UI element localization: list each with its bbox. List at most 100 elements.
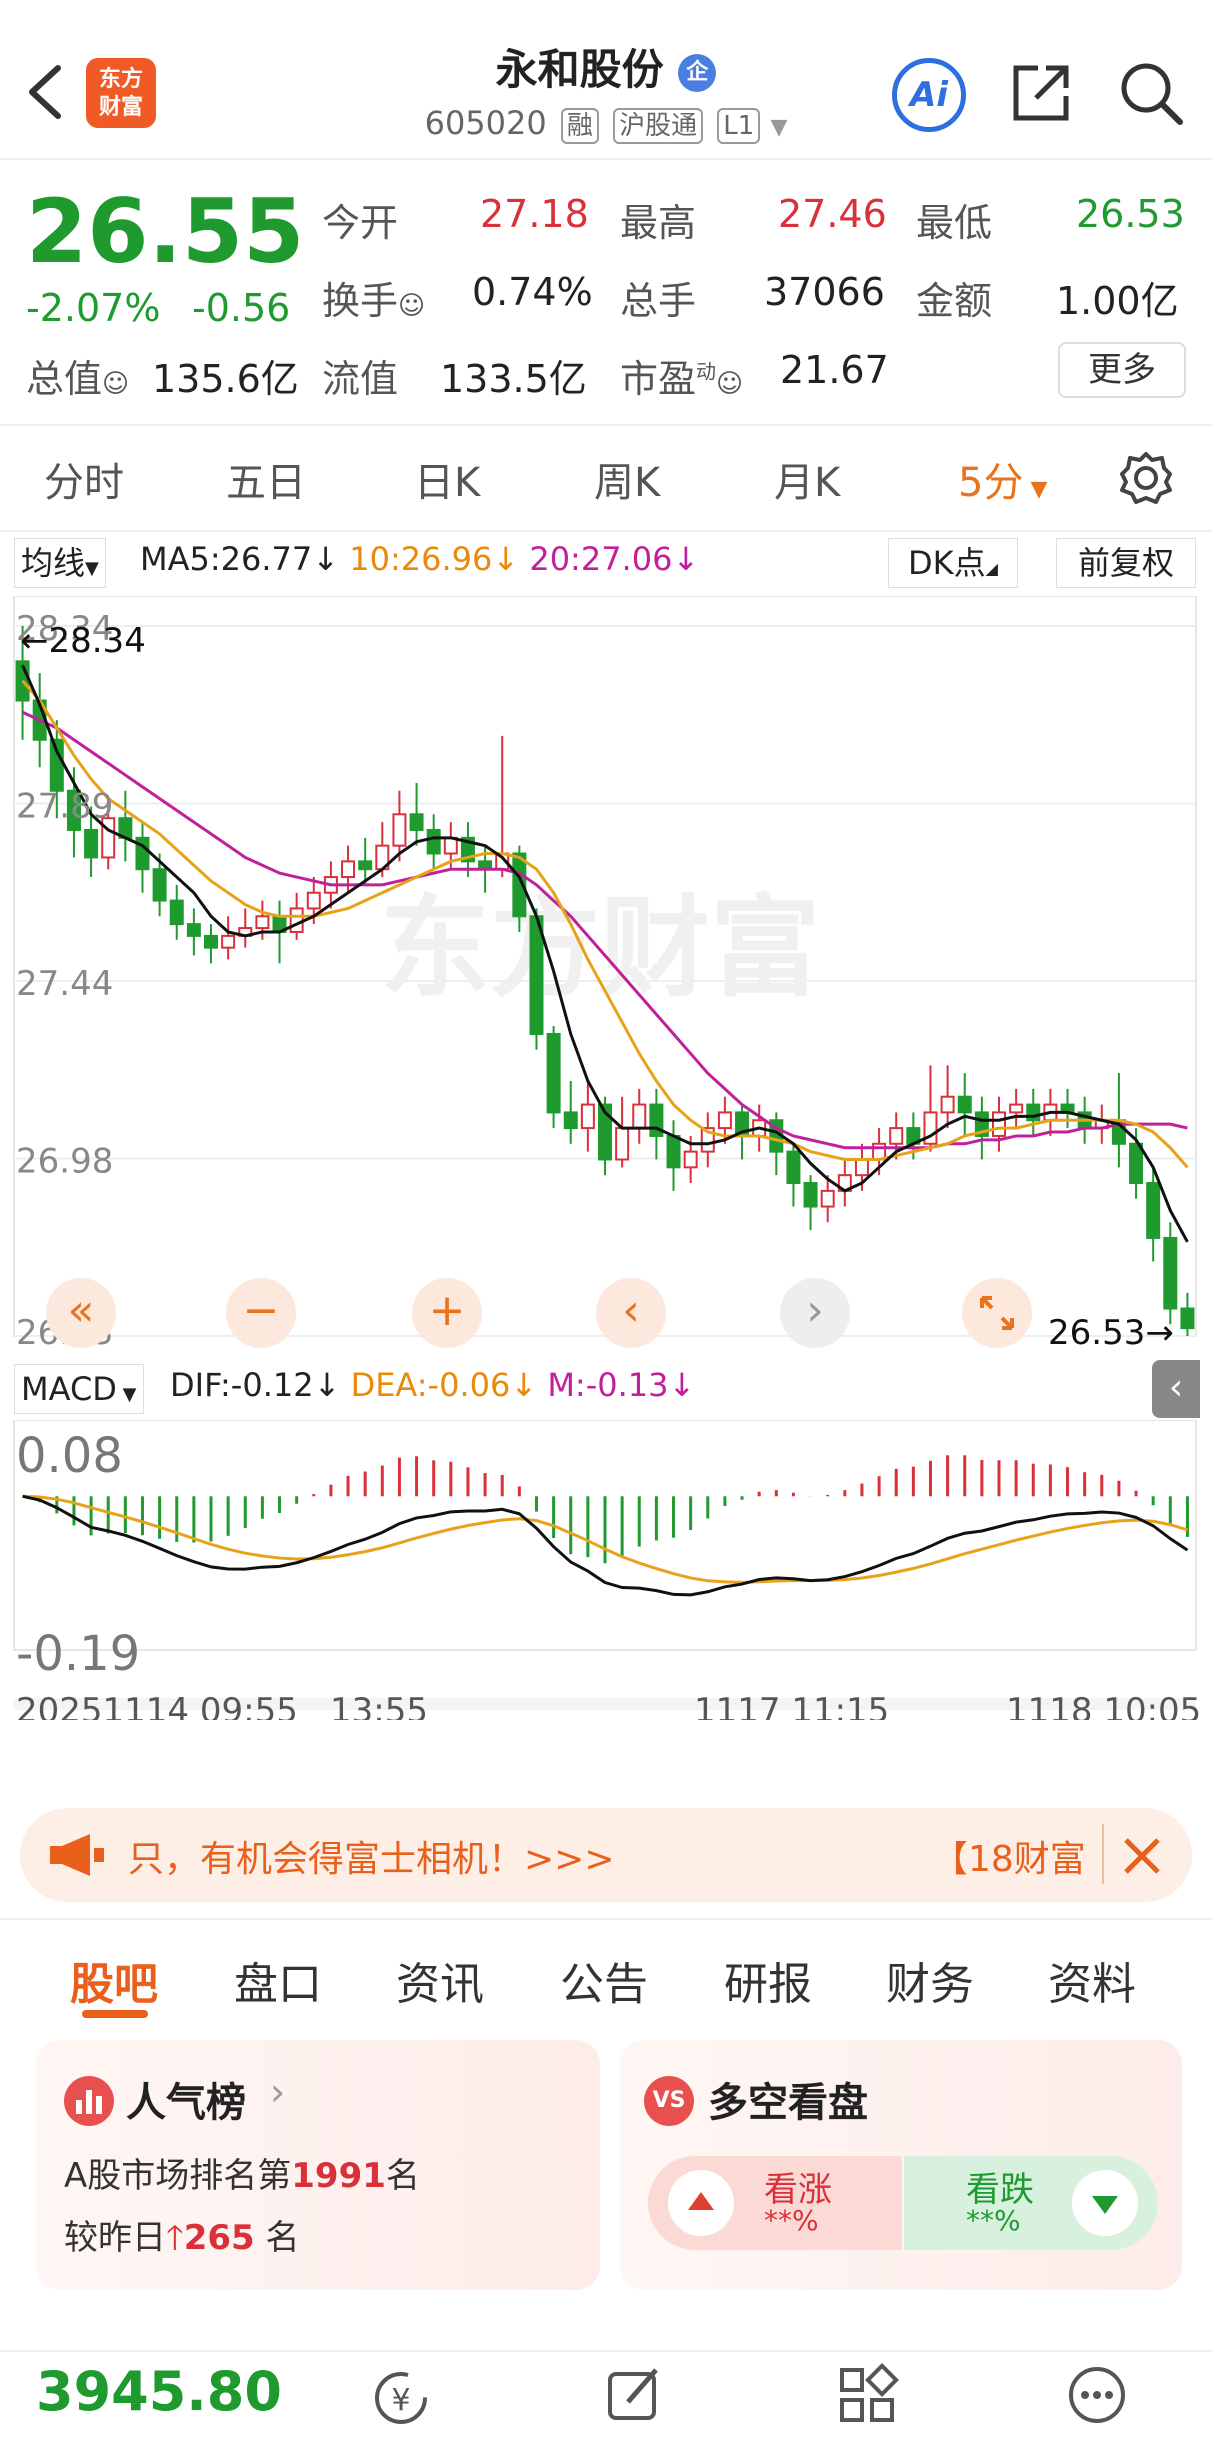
ma-selector[interactable]: 均线▼ (14, 538, 106, 588)
tab-monthly-k[interactable]: 月K (774, 450, 840, 508)
index-value[interactable]: 3945.80 (36, 2360, 282, 2423)
divider (0, 424, 1212, 426)
adjust-button[interactable]: 前复权 (1056, 538, 1196, 588)
x-tick-label: 13:55 (330, 1691, 428, 1720)
candle-body (1180, 1307, 1195, 1330)
tab-five-minute[interactable]: 5分 ▼ (958, 450, 1047, 508)
search-icon[interactable] (1116, 58, 1188, 130)
share-icon[interactable] (1008, 60, 1074, 126)
tab-research[interactable]: 研报 (724, 1948, 812, 2012)
current-price: 26.55 (26, 180, 305, 283)
ma20-value: 20:27.06↓ (529, 540, 700, 578)
candle-body (84, 828, 99, 859)
candle-body (546, 1032, 561, 1114)
bottom-bar: 3945.80 ¥ (0, 2350, 1212, 2438)
tab-profile[interactable]: 资料 (1048, 1948, 1136, 2012)
tab-weekly-k[interactable]: 周K (594, 450, 660, 508)
chevron-down-icon: ▼ (770, 115, 788, 140)
tab-announcements[interactable]: 公告 (560, 1948, 648, 2012)
tab-news[interactable]: 资讯 (396, 1948, 484, 2012)
svg-text:¥: ¥ (391, 2383, 410, 2418)
versus-icon: VS (644, 2076, 694, 2126)
candle-body (666, 1134, 681, 1169)
candle-body (169, 899, 184, 926)
fullscreen-icon[interactable] (962, 1278, 1032, 1348)
ai-button[interactable]: Ai (892, 58, 966, 132)
bull-percent: **% (764, 2204, 819, 2237)
candle-body (683, 1150, 698, 1169)
candlestick-chart[interactable]: 东方财富 28.3427.8927.4426.9826.53 ←28.34 26… (0, 596, 1212, 1356)
trade-yuan-icon[interactable]: ¥ (366, 2366, 436, 2426)
megaphone-icon (50, 1834, 104, 1876)
bull-button[interactable]: 看涨 **% (648, 2156, 902, 2250)
candle-body (1026, 1103, 1041, 1122)
pe-value: 21.67 (780, 348, 889, 392)
ranking-chart-icon (64, 2076, 114, 2126)
x-tick-label: 1118 10:05 (1006, 1691, 1201, 1720)
tab-intraday[interactable]: 分时 (44, 450, 124, 508)
zoom-in-button[interactable]: + (412, 1278, 482, 1348)
sentiment-card[interactable]: VS 多空看盘 看涨 **% 看跌 **% (620, 2040, 1182, 2290)
stock-code: 605020 (424, 104, 547, 142)
macd-m: M:-0.13↓ (547, 1366, 696, 1404)
chevron-right-icon: › (270, 2070, 286, 2114)
arrow-up-icon: 🡑 (166, 2218, 184, 2258)
candle-body (392, 813, 407, 847)
tag-margin: 融 (560, 108, 599, 144)
change-amount: -0.56 (192, 286, 291, 330)
tab-orderbook[interactable]: 盘口 (234, 1948, 322, 2012)
macd-y-tick-label: -0.19 (16, 1626, 140, 1682)
total-value-label[interactable]: 总值☺ (26, 348, 129, 403)
candle-body (803, 1182, 818, 1208)
collapse-panel-button[interactable]: ‹ (1152, 1360, 1200, 1418)
more-options-icon[interactable] (1064, 2362, 1130, 2428)
candle-body (306, 891, 321, 910)
low-value: 26.53 (1076, 192, 1185, 236)
candle-body (289, 907, 304, 933)
rank-line: A股市场排名第1991名 (64, 2156, 420, 2196)
divider (1102, 1824, 1104, 1884)
scroll-left-button[interactable]: ‹ (596, 1278, 666, 1348)
tab-five-day[interactable]: 五日 (226, 450, 306, 508)
triangle-down-icon (1072, 2170, 1138, 2236)
banner-right-text: 【18财富 (932, 1839, 1086, 1880)
candle-body (580, 1103, 595, 1130)
tab-daily-k[interactable]: 日K (414, 450, 480, 508)
pe-label[interactable]: 市盈动☺ (620, 348, 743, 403)
popularity-title: 人气榜 (126, 2080, 246, 2126)
settings-gear-icon[interactable] (1118, 450, 1174, 506)
macd-y-tick-label: 0.08 (16, 1428, 123, 1484)
promo-banner[interactable]: 只，有机会得富士相机！>>> 【18财富 (20, 1808, 1192, 1902)
divider (0, 530, 1212, 532)
candle-body (204, 934, 218, 949)
dk-point-button[interactable]: DK点◢ (888, 538, 1018, 588)
turnover-label[interactable]: 换手☺ (322, 270, 425, 325)
tab-financials[interactable]: 财务 (886, 1948, 974, 2012)
macd-dif: DIF:-0.12↓ (170, 1366, 341, 1404)
macd-chart[interactable]: 0.08 -0.19 20251114 09:55 13:55 1117 11:15 1… (0, 1420, 1212, 1720)
scroll-right-button[interactable]: › (780, 1278, 850, 1348)
edit-post-icon[interactable] (602, 2362, 668, 2428)
candle-body (632, 1103, 647, 1130)
open-label: 今开 (322, 201, 399, 245)
zoom-out-button[interactable]: − (226, 1278, 296, 1348)
amount-value: 1.00亿 (1056, 279, 1179, 323)
scroll-left-fast-button[interactable]: « (46, 1278, 116, 1348)
enterprise-badge: 企 (678, 53, 717, 92)
popularity-card[interactable]: 人气榜 › A股市场排名第1991名 较昨日🡑265 名 (36, 2040, 600, 2290)
grid-menu-icon[interactable] (834, 2362, 900, 2428)
low-label: 最低 (916, 201, 993, 245)
more-button[interactable]: 更多 (1058, 342, 1186, 398)
ma10-value: 10:26.96↓ (349, 540, 520, 578)
macd-dea: DEA:-0.06↓ (350, 1366, 538, 1404)
candle-body (1129, 1142, 1144, 1185)
macd-selector[interactable]: MACD ▼ (14, 1364, 144, 1414)
candle-body (1146, 1182, 1161, 1239)
bear-button[interactable]: 看跌 **% (904, 2156, 1158, 2250)
tab-forum[interactable]: 股吧 (70, 1948, 158, 2012)
candle-body (255, 915, 270, 930)
ma5-value: MA5:26.77↓ (140, 540, 340, 578)
float-label: 流值 (322, 357, 399, 401)
close-icon[interactable] (1120, 1834, 1164, 1878)
tag-level: L1 (717, 108, 761, 144)
